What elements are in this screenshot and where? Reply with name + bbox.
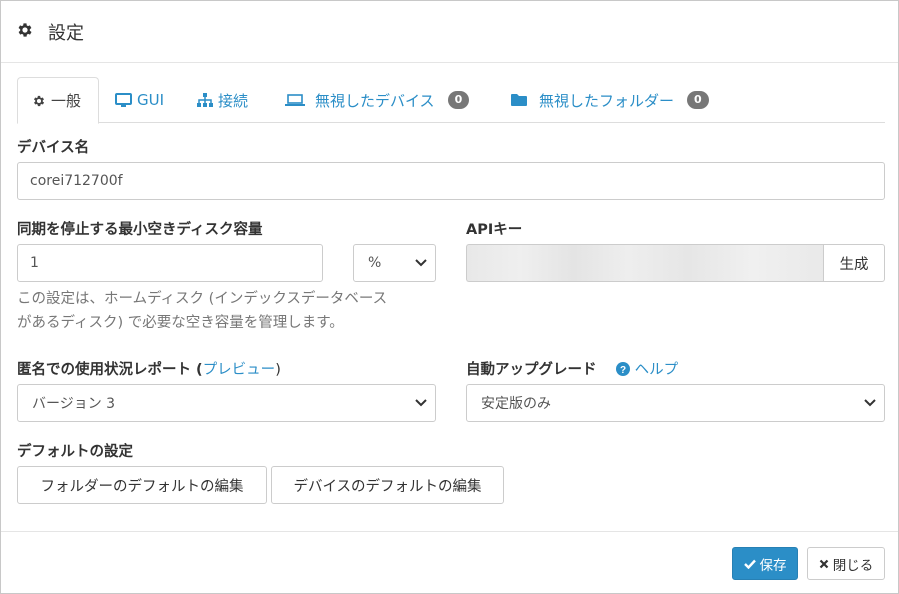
edit-folder-defaults-button[interactable]: フォルダーのデフォルトの編集 — [17, 466, 267, 504]
api-key-label: APIキー — [466, 222, 523, 238]
usage-report-select[interactable]: バージョン 3 — [17, 384, 436, 422]
gear-icon — [33, 95, 45, 106]
settings-modal: 設定 一般 GUI 接続 無視したデバイス 0 無視したフォルダー 0 デバイス… — [0, 0, 899, 594]
chevron-down-icon — [864, 399, 876, 407]
device-name-label: デバイス名 — [17, 140, 90, 156]
tab-general[interactable]: 一般 — [17, 77, 99, 124]
check-icon — [743, 559, 756, 569]
usage-report-label-end: ) — [275, 362, 281, 378]
device-name-input[interactable]: corei712700f — [17, 162, 885, 200]
sitemap-icon — [197, 93, 213, 107]
min-disk-help: この設定は、ホームディスク (インデックスデータベース があるディスク) で必要… — [17, 287, 387, 335]
laptop-icon — [285, 94, 305, 106]
tab-ignored-folders[interactable]: 無視したフォルダー 0 — [511, 77, 709, 123]
tab-ignored-devices[interactable]: 無視したデバイス 0 — [285, 77, 470, 123]
modal-header: 設定 — [1, 1, 898, 63]
auto-upgrade-select[interactable]: 安定版のみ — [466, 384, 885, 422]
question-circle-icon: ? — [615, 362, 630, 376]
ignored-devices-count-badge: 0 — [447, 91, 470, 109]
edit-device-defaults-label: デバイスのデフォルトの編集 — [293, 478, 482, 495]
chevron-down-icon — [415, 399, 427, 407]
usage-report-value: バージョン 3 — [32, 396, 116, 412]
device-name-value: corei712700f — [30, 173, 123, 189]
min-disk-help-line1: この設定は、ホームディスク (インデックスデータベース — [17, 291, 388, 307]
tab-general-label: 一般 — [51, 92, 82, 110]
save-button-label: 保存 — [759, 557, 787, 574]
auto-upgrade-label-text: 自動アップグレード — [466, 362, 597, 378]
min-disk-label: 同期を停止する最小空きディスク容量 — [17, 222, 263, 238]
modal-title: 設定 — [48, 23, 84, 44]
usage-report-label: 匿名での使用状況レポート (プレビュー) — [17, 358, 281, 379]
auto-upgrade-label: 自動アップグレード ? ヘルプ — [466, 358, 678, 379]
min-disk-unit-value: % — [368, 255, 382, 271]
close-button-label: 閉じる — [832, 557, 874, 574]
generate-api-key-label: 生成 — [839, 256, 869, 273]
close-icon — [819, 559, 829, 568]
min-disk-input[interactable]: 1 — [17, 244, 323, 282]
folder-icon — [511, 94, 527, 106]
tab-connections[interactable]: 接続 — [197, 77, 248, 123]
save-button[interactable]: 保存 — [732, 547, 798, 580]
auto-upgrade-help-link[interactable]: ヘルプ — [635, 362, 679, 378]
auto-upgrade-value: 安定版のみ — [481, 396, 551, 412]
usage-report-preview-link[interactable]: プレビュー — [203, 362, 276, 378]
tab-gui-label: GUI — [137, 91, 165, 109]
tab-ignored-folders-label: 無視したフォルダー — [539, 91, 675, 110]
svg-text:?: ? — [620, 365, 626, 376]
settings-tabs: 一般 GUI 接続 無視したデバイス 0 無視したフォルダー 0 — [17, 77, 885, 124]
tab-ignored-devices-label: 無視したデバイス — [315, 91, 435, 110]
gear-icon — [18, 23, 32, 37]
close-button[interactable]: 閉じる — [807, 547, 885, 580]
min-disk-unit-select[interactable]: % — [353, 244, 436, 282]
min-disk-help-line2: があるディスク) で必要な空き容量を管理します。 — [17, 315, 344, 331]
usage-report-label-text: 匿名での使用状況レポート ( — [17, 362, 203, 378]
ignored-folders-count-badge: 0 — [687, 91, 709, 109]
min-disk-value: 1 — [30, 255, 39, 271]
edit-device-defaults-button[interactable]: デバイスのデフォルトの編集 — [271, 466, 504, 504]
tab-connections-label: 接続 — [218, 91, 249, 110]
tab-gui[interactable]: GUI — [115, 77, 164, 123]
edit-folder-defaults-label: フォルダーのデフォルトの編集 — [40, 478, 244, 495]
generate-api-key-button[interactable]: 生成 — [823, 244, 885, 282]
chevron-down-icon — [415, 259, 427, 267]
api-key-field[interactable] — [466, 244, 824, 282]
monitor-icon — [115, 92, 132, 107]
defaults-label: デフォルトの設定 — [17, 444, 133, 460]
